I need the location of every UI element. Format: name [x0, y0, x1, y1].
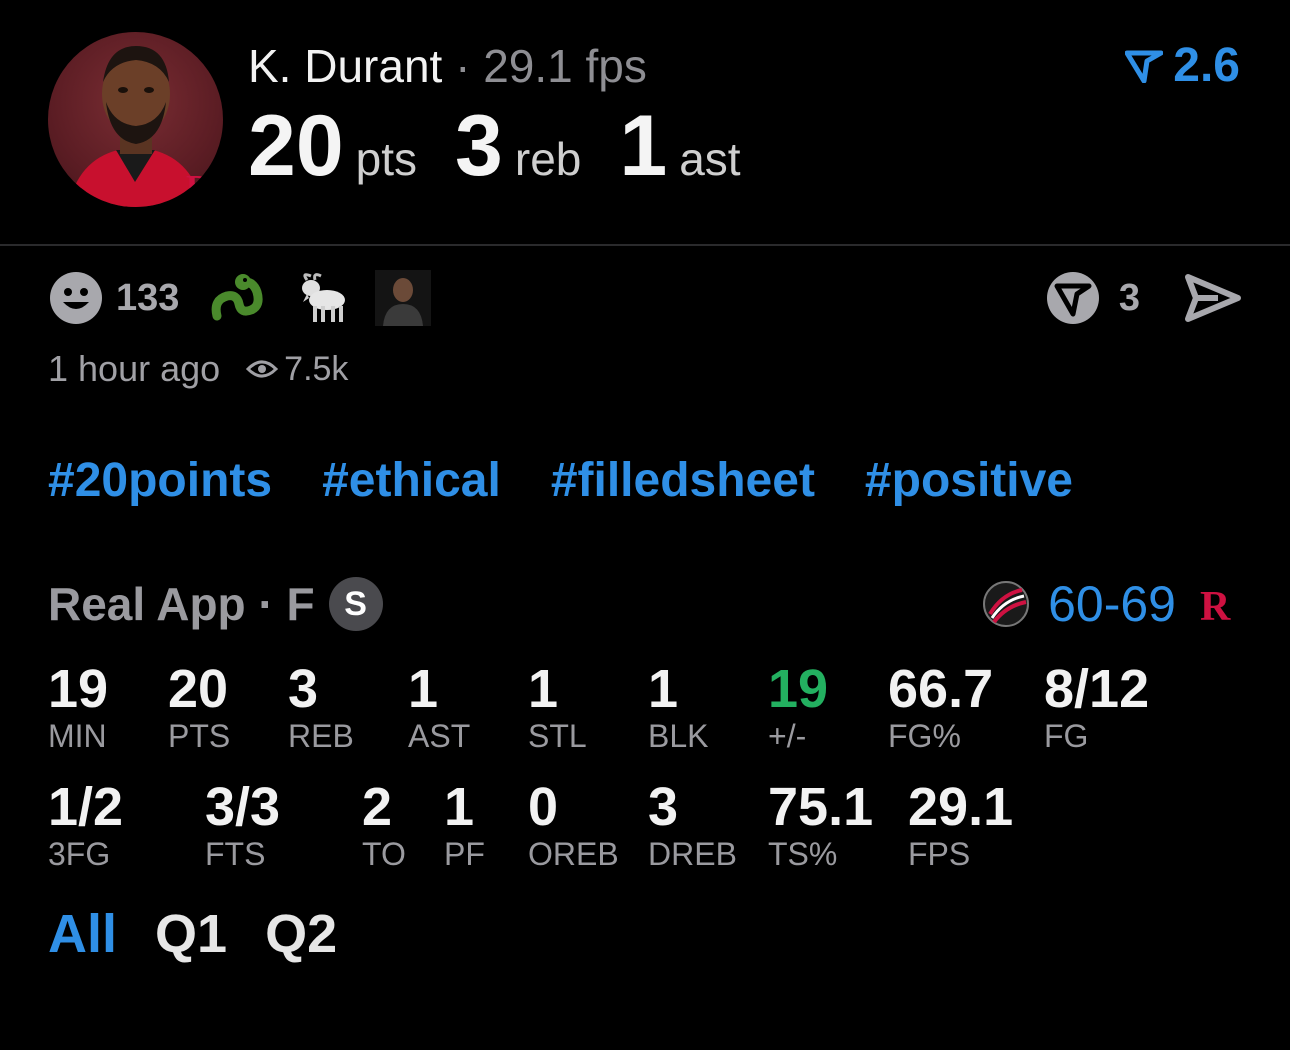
stat-to: 2 TO [362, 777, 406, 872]
stat-blk: 1 BLK [648, 659, 709, 754]
comment-icon[interactable] [1045, 270, 1101, 326]
stat-ts-pct: 75.1 TS% [768, 777, 874, 872]
hashtag-list: #20points #ethical #filledsheet #positiv… [48, 452, 1073, 510]
reactions-row: 133 [48, 270, 457, 326]
eye-icon [246, 360, 279, 378]
stat-pts: 20 PTS [168, 659, 231, 754]
tab-q1[interactable]: Q1 [155, 902, 227, 966]
snake-icon[interactable] [209, 270, 267, 326]
game-score[interactable]: 60-69 R [982, 574, 1238, 634]
timestamp: 1 hour ago [48, 348, 221, 389]
player-avatar[interactable]: R [48, 32, 223, 207]
tab-all[interactable]: All [48, 902, 117, 966]
rating-badge[interactable]: 2.6 [1125, 38, 1240, 94]
post-meta: 1 hour ago 7.5k [48, 346, 348, 392]
source-text: Real App · F [48, 578, 315, 630]
position-badge: S [328, 577, 383, 631]
svg-text:R: R [1200, 584, 1231, 628]
stat-dreb: 3 DREB [648, 777, 737, 872]
points-value: 20 [248, 98, 344, 194]
rating-icon [1125, 50, 1164, 83]
divider [0, 244, 1290, 246]
rebounds-unit: reb [514, 133, 582, 185]
separator-dot: · [455, 40, 471, 92]
assists-unit: ast [679, 133, 741, 185]
game-source: Real App · F S [48, 574, 383, 634]
fantasy-points: 29.1 fps [483, 40, 647, 92]
stat-fg-pct: 66.7 FG% [888, 659, 994, 754]
person-photo-icon[interactable] [375, 270, 432, 326]
svg-text:R: R [186, 169, 211, 206]
stat-3fg: 1/2 3FG [48, 777, 124, 872]
hashtag[interactable]: #ethical [322, 452, 501, 510]
player-name[interactable]: K. Durant [248, 40, 442, 92]
stat-fg: 8/12 FG [1044, 659, 1150, 754]
stat-plus-minus: 19 +/- [768, 659, 829, 754]
views-value: 7.5k [284, 349, 349, 388]
stat-fps: 29.1 FPS [908, 777, 1014, 872]
view-count: 7.5k [246, 350, 348, 389]
stat-min: 19 MIN [48, 659, 109, 754]
comment-count: 3 [1118, 276, 1140, 319]
hashtag[interactable]: #positive [865, 452, 1073, 510]
stat-stl: 1 STL [528, 659, 587, 754]
hashtag[interactable]: #20points [48, 452, 272, 510]
player-photo: R [68, 46, 211, 207]
reaction-count: 133 [116, 276, 180, 319]
rebounds-value: 3 [455, 98, 503, 194]
share-icon[interactable] [1184, 273, 1242, 323]
assists-value: 1 [619, 98, 668, 194]
score-value: 60-69 [1048, 576, 1176, 632]
smiley-icon[interactable] [48, 270, 104, 326]
tab-q2[interactable]: Q2 [265, 902, 337, 966]
goat-icon[interactable] [293, 270, 349, 326]
stat-oreb: 0 OREB [528, 777, 619, 872]
stat-fts: 3/3 FTS [205, 777, 281, 872]
points-unit: pts [355, 133, 418, 185]
hashtag[interactable]: #filledsheet [551, 452, 815, 510]
stat-reb: 3 REB [288, 659, 354, 754]
rating-value: 2.6 [1173, 39, 1240, 92]
rockets-logo-icon: R [1200, 584, 1231, 628]
stat-ast: 1 AST [408, 659, 471, 754]
player-name-line: K. Durant · 29.1 fps [248, 38, 647, 94]
post-actions: 3 [1045, 270, 1242, 326]
headline-stats: 20 pts 3 reb 1 ast [248, 100, 779, 192]
trail-blazers-logo-icon [983, 581, 1030, 627]
stat-pf: 1 PF [444, 777, 485, 872]
period-tabs: All Q1 Q2 [48, 902, 337, 966]
